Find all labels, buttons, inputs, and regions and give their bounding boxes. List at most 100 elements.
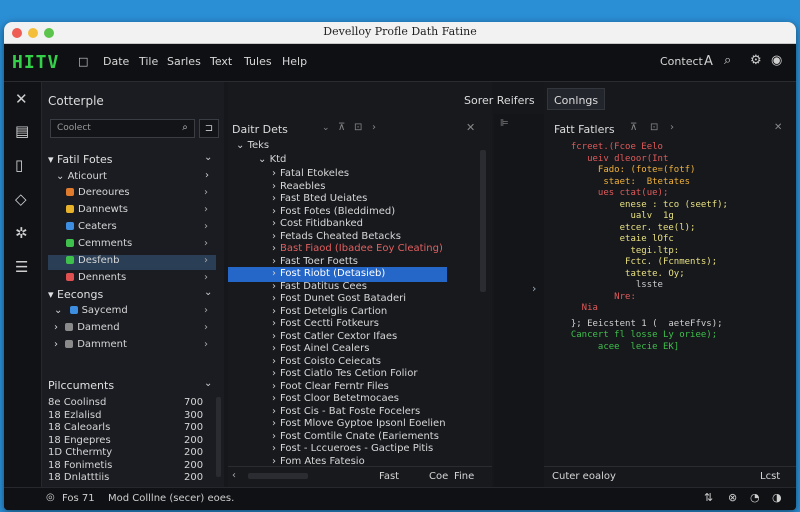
tree-item[interactable]: › Cost Fitidbanked (272, 218, 363, 229)
list-item[interactable]: Dennents › (48, 272, 216, 287)
tree-item[interactable]: › Fost Mlove Gyptoe Ipsonl Eoelien (272, 418, 446, 429)
menu-item-2[interactable]: Tile (139, 55, 158, 68)
list-item[interactable]: Desfenb › (48, 255, 216, 270)
tree-item[interactable]: › Fast Toer Foetts (272, 256, 358, 267)
chevron-down-icon[interactable]: ⌄ (204, 378, 212, 389)
footer-fine[interactable]: Fine (454, 471, 474, 482)
tree-item[interactable]: › Fast Bted Ueiates (272, 193, 367, 204)
split-icon[interactable]: ⊫ (500, 118, 509, 129)
table-row[interactable]: 18 Engepres (48, 435, 111, 446)
list-item[interactable]: ⌄ Saycemd › (54, 305, 216, 316)
footer-fast[interactable]: Fast (379, 471, 399, 482)
account-icon[interactable]: ◑ (772, 491, 782, 504)
expand-right-icon[interactable]: › (532, 282, 536, 295)
chevron-left-icon[interactable]: ‹ (232, 470, 236, 481)
tree-item[interactable]: › Fost Dunet Gost Bataderi (272, 293, 406, 304)
list-item[interactable]: Cemments › (48, 238, 216, 253)
tree-item[interactable]: › Fost Cloor Betetmocaes (272, 393, 399, 404)
chevron-down-icon[interactable]: ⌄ (204, 152, 212, 163)
menu-item-5[interactable]: Tules (244, 55, 272, 68)
table-row[interactable]: 8e Coolinsd (48, 397, 106, 408)
tree-item[interactable]: › Fast Datitus Cees (272, 281, 367, 292)
tree-item[interactable]: › Fost Cectti Fotkeurs (272, 318, 379, 329)
chevron-right-icon: › (204, 255, 208, 266)
chevron-right-icon[interactable]: › (670, 122, 674, 133)
tree-item[interactable]: › Reaebles (272, 181, 325, 192)
box-icon[interactable]: ⊡ (354, 122, 362, 133)
tree-scrollbar[interactable] (480, 150, 486, 292)
pin-icon[interactable]: ⊼ (338, 122, 345, 133)
settings-footer-right[interactable]: Lcst (760, 471, 780, 482)
h-scrollbar[interactable] (248, 473, 308, 479)
bell-icon[interactable]: ◔ (750, 491, 760, 504)
square-icon[interactable]: □ (78, 55, 88, 68)
section-fatil-fotes[interactable]: ▾ Fatil Fotes (48, 153, 113, 166)
list-item[interactable]: Dereoures › (48, 187, 216, 202)
list-item[interactable]: › Damment › (54, 339, 216, 350)
tree-root[interactable]: ⌄ Teks (236, 140, 269, 151)
file-icon[interactable]: ▯ (15, 156, 23, 174)
warning-icon[interactable]: ⊗ (728, 491, 737, 504)
code-line: ues ctat(ue); (560, 188, 669, 198)
list-item[interactable]: › Damend › (54, 322, 216, 333)
chevron-down-icon[interactable]: ⌄ (322, 123, 330, 133)
section-eecongs[interactable]: ▾ Eecongs (48, 288, 103, 301)
tree-sub[interactable]: ⌄ Ktd (258, 154, 286, 165)
tree-item[interactable]: › Fost Cis - Bat Foste Focelers (272, 406, 420, 417)
chevron-down-icon[interactable]: ⌄ (204, 287, 212, 298)
chevron-right-icon[interactable]: › (205, 170, 209, 181)
status-text: Mod Colllne (secer) eoes. (108, 493, 235, 504)
close-icon[interactable]: ✕ (15, 90, 28, 108)
collapse-button[interactable]: ⊐ (199, 119, 219, 138)
box-icon[interactable]: ⊡ (650, 122, 658, 133)
tree-item[interactable]: › Fost Riobt (Detasieb) (272, 268, 385, 279)
pin-icon[interactable]: ⊼ (630, 122, 637, 133)
settings-icon[interactable]: ✲ (15, 224, 28, 242)
table-row[interactable]: 18 Caleoarls (48, 422, 110, 433)
search-input[interactable]: Coolect (50, 119, 195, 138)
font-icon[interactable]: A (704, 54, 713, 69)
chat-icon[interactable]: ▤ (15, 122, 29, 140)
list-item[interactable]: Ceaters › (48, 221, 216, 236)
tree-item[interactable]: › Fetads Cheated Betacks (272, 231, 401, 242)
list-item[interactable]: Dannewts › (48, 204, 216, 219)
tree-item[interactable]: › Fost Comtile Cnate (Eariements (272, 431, 439, 442)
section-pilccuments[interactable]: Pilccuments (48, 379, 114, 392)
list-icon[interactable]: ☰ (15, 258, 28, 276)
search-icon[interactable]: ⌕ (724, 53, 731, 68)
table-row[interactable]: 18 Dnlatttiis (48, 472, 109, 483)
tree-item[interactable]: › Foot Clear Ferntr Files (272, 381, 389, 392)
table-row[interactable]: 1D Cthermty (48, 447, 112, 458)
left-scrollbar[interactable] (216, 397, 221, 477)
status-circle-icon[interactable]: ◎ (46, 492, 55, 503)
search-icon[interactable]: ⌕ (175, 119, 195, 138)
tree-item[interactable]: › Fatal Etokeles (272, 168, 349, 179)
group-aticourt[interactable]: ⌄ Aticourt (56, 171, 107, 182)
github-icon[interactable]: ◉ (771, 53, 782, 68)
gear-icon[interactable]: ⚙ (750, 53, 762, 68)
table-row[interactable]: 18 Fonimetis (48, 460, 112, 471)
menu-item-6[interactable]: Help (282, 55, 307, 68)
tag-icon[interactable]: ◇ (15, 190, 27, 208)
footer-coe[interactable]: Coe (429, 471, 448, 482)
tree-item[interactable]: › Fost Fotes (Bleddimed) (272, 206, 395, 217)
sync-icon[interactable]: ⇅ (704, 491, 713, 504)
item-type-icon (65, 323, 74, 331)
tree-item[interactable]: › Fost Detelglis Cartion (272, 306, 387, 317)
tree-item[interactable]: › Fom Ates Fatesio (272, 456, 365, 467)
tree-item[interactable]: › Fost Ainel Cealers (272, 343, 369, 354)
close-icon[interactable]: ✕ (774, 122, 782, 133)
tree-item[interactable]: › Fost Coisto Ceiecats (272, 356, 381, 367)
tree-item[interactable]: › Fost Catler Cextor Ifaes (272, 331, 397, 342)
tree-item[interactable]: › Bast Fiaod (Ibadee Eoy Cleating) (272, 243, 443, 254)
tree-item[interactable]: › Fost Ciatlo Tes Cetion Folior (272, 368, 417, 379)
menu-item-3[interactable]: Sarles (167, 55, 201, 68)
contact-link[interactable]: Contect (660, 55, 703, 68)
table-row[interactable]: 18 Ezlalisd (48, 410, 102, 421)
tree-item[interactable]: › Fost - Lccueroes - Gactipe Pitis (272, 443, 433, 454)
menu-item-1[interactable]: Date (103, 55, 129, 68)
data-panel-title: Daitr Dets (232, 123, 288, 136)
chevron-right-icon[interactable]: › (372, 122, 376, 133)
menu-item-4[interactable]: Text (210, 55, 232, 68)
close-icon[interactable]: ✕ (466, 121, 475, 134)
